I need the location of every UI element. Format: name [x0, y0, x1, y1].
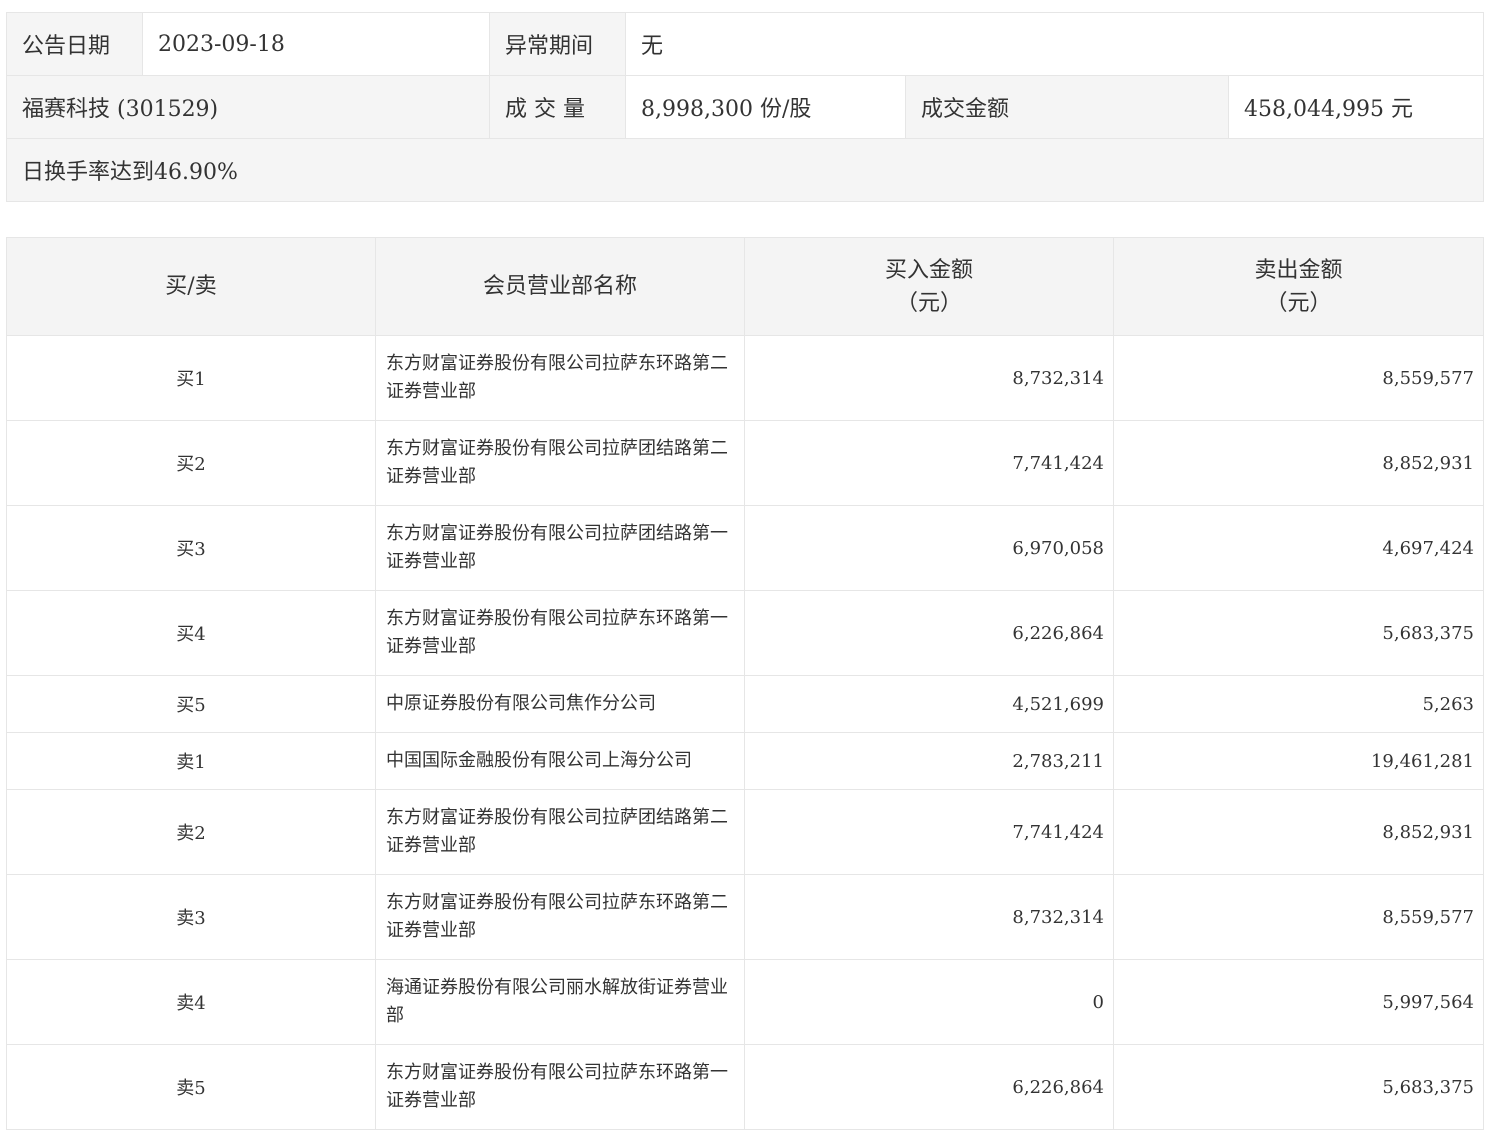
listing-reason: 日换手率达到46.90% [6, 138, 1484, 202]
stock-name: 福赛科技 (301529) [6, 75, 490, 139]
stock-info-table: 公告日期 2023-09-18 异常期间 无 福赛科技 (301529) 成 交… [6, 12, 1484, 202]
row-side: 买5 [6, 675, 376, 733]
row-branch-name: 东方财富证券股份有限公司拉萨东环路第一证券营业部 [375, 1044, 745, 1130]
table-header-row: 买/卖 会员营业部名称 买入金额 （元） 卖出金额 （元） [6, 237, 1484, 336]
header-sell-line1: 卖出金额 [1254, 257, 1343, 283]
info-row-volume: 福赛科技 (301529) 成 交 量 8,998,300 份/股 成交金额 4… [6, 75, 1484, 139]
row-buy-amount: 6,970,058 [744, 505, 1114, 591]
table-row: 卖2 东方财富证券股份有限公司拉萨团结路第二证券营业部 7,741,424 8,… [6, 789, 1484, 875]
row-branch-name: 东方财富证券股份有限公司拉萨团结路第一证券营业部 [375, 505, 745, 591]
row-sell-amount: 8,559,577 [1113, 335, 1484, 421]
row-sell-amount: 5,683,375 [1113, 1044, 1484, 1130]
header-buy-line1: 买入金额 [884, 257, 973, 283]
row-side: 卖5 [6, 1044, 376, 1130]
info-row-date: 公告日期 2023-09-18 异常期间 无 [6, 12, 1484, 76]
table-row: 买4 东方财富证券股份有限公司拉萨东环路第一证券营业部 6,226,864 5,… [6, 590, 1484, 676]
row-buy-amount: 6,226,864 [744, 1044, 1114, 1130]
row-branch-name: 东方财富证券股份有限公司拉萨东环路第二证券营业部 [375, 874, 745, 960]
row-sell-amount: 5,683,375 [1113, 590, 1484, 676]
announce-date-value: 2023-09-18 [142, 12, 490, 76]
abnormal-period-label: 异常期间 [489, 12, 626, 76]
turnover-value: 458,044,995 元 [1228, 75, 1484, 139]
row-sell-amount: 8,559,577 [1113, 874, 1484, 960]
abnormal-period-value: 无 [625, 12, 1484, 76]
header-sell-line2: （元） [1265, 290, 1332, 316]
row-branch-name: 中国国际金融股份有限公司上海分公司 [375, 732, 745, 790]
row-buy-amount: 7,741,424 [744, 789, 1114, 875]
row-buy-amount: 6,226,864 [744, 590, 1114, 676]
row-branch-name: 东方财富证券股份有限公司拉萨团结路第二证券营业部 [375, 789, 745, 875]
header-buy-line2: （元） [895, 290, 962, 316]
row-buy-amount: 4,521,699 [744, 675, 1114, 733]
volume-label: 成 交 量 [489, 75, 626, 139]
row-branch-name: 海通证券股份有限公司丽水解放街证券营业部 [375, 959, 745, 1045]
row-sell-amount: 8,852,931 [1113, 789, 1484, 875]
row-branch-name: 中原证券股份有限公司焦作分公司 [375, 675, 745, 733]
broker-trades-table: 买/卖 会员营业部名称 买入金额 （元） 卖出金额 （元） 买1 东方财富证券股… [6, 237, 1484, 1130]
header-side: 买/卖 [6, 237, 376, 336]
table-row: 买1 东方财富证券股份有限公司拉萨东环路第二证券营业部 8,732,314 8,… [6, 335, 1484, 421]
table-row: 买2 东方财富证券股份有限公司拉萨团结路第二证券营业部 7,741,424 8,… [6, 420, 1484, 506]
row-sell-amount: 4,697,424 [1113, 505, 1484, 591]
row-branch-name: 东方财富证券股份有限公司拉萨东环路第一证券营业部 [375, 590, 745, 676]
header-branch: 会员营业部名称 [375, 237, 745, 336]
row-side: 卖2 [6, 789, 376, 875]
row-side: 买4 [6, 590, 376, 676]
table-row: 买5 中原证券股份有限公司焦作分公司 4,521,699 5,263 [6, 675, 1484, 733]
row-sell-amount: 5,263 [1113, 675, 1484, 733]
row-side: 买3 [6, 505, 376, 591]
turnover-label: 成交金额 [905, 75, 1229, 139]
table-row: 卖5 东方财富证券股份有限公司拉萨东环路第一证券营业部 6,226,864 5,… [6, 1044, 1484, 1130]
row-buy-amount: 0 [744, 959, 1114, 1045]
table-row: 买3 东方财富证券股份有限公司拉萨团结路第一证券营业部 6,970,058 4,… [6, 505, 1484, 591]
row-branch-name: 东方财富证券股份有限公司拉萨团结路第二证券营业部 [375, 420, 745, 506]
row-side: 卖1 [6, 732, 376, 790]
row-side: 卖4 [6, 959, 376, 1045]
volume-value: 8,998,300 份/股 [625, 75, 906, 139]
info-row-reason: 日换手率达到46.90% [6, 138, 1484, 202]
announce-date-label: 公告日期 [6, 12, 143, 76]
row-buy-amount: 7,741,424 [744, 420, 1114, 506]
header-buy-amount: 买入金额 （元） [744, 237, 1114, 336]
row-branch-name: 东方财富证券股份有限公司拉萨东环路第二证券营业部 [375, 335, 745, 421]
row-sell-amount: 8,852,931 [1113, 420, 1484, 506]
table-row: 卖1 中国国际金融股份有限公司上海分公司 2,783,211 19,461,28… [6, 732, 1484, 790]
row-side: 买1 [6, 335, 376, 421]
row-buy-amount: 8,732,314 [744, 874, 1114, 960]
row-sell-amount: 5,997,564 [1113, 959, 1484, 1045]
table-row: 卖3 东方财富证券股份有限公司拉萨东环路第二证券营业部 8,732,314 8,… [6, 874, 1484, 960]
row-sell-amount: 19,461,281 [1113, 732, 1484, 790]
row-buy-amount: 2,783,211 [744, 732, 1114, 790]
table-row: 卖4 海通证券股份有限公司丽水解放街证券营业部 0 5,997,564 [6, 959, 1484, 1045]
row-side: 卖3 [6, 874, 376, 960]
row-buy-amount: 8,732,314 [744, 335, 1114, 421]
row-side: 买2 [6, 420, 376, 506]
header-sell-amount: 卖出金额 （元） [1113, 237, 1484, 336]
